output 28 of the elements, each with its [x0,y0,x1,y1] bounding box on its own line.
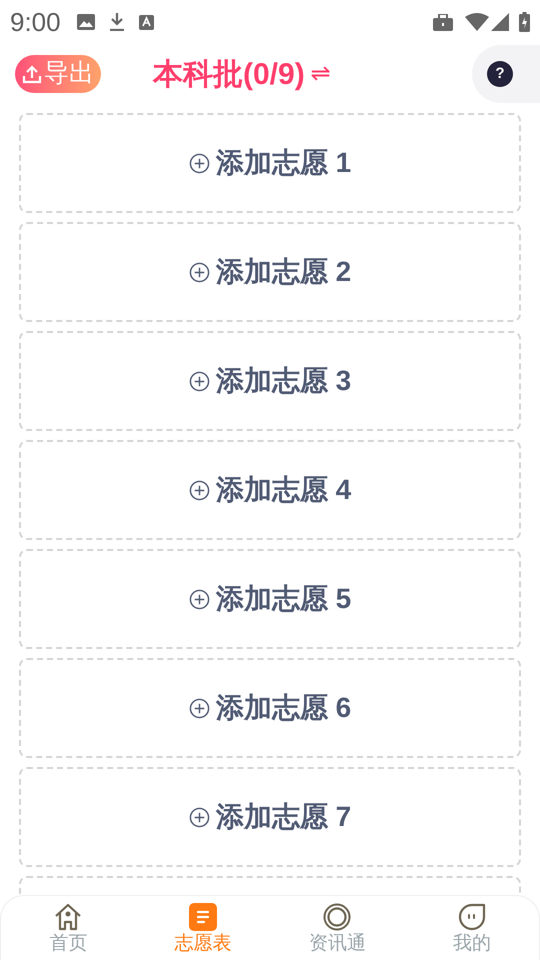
add-choice-card[interactable]: 添加志愿 6 [19,658,521,758]
add-circle-icon [188,370,210,392]
add-choice-card[interactable]: 添加志愿 7 [19,767,521,867]
add-choice-card[interactable]: 添加志愿 5 [19,549,521,649]
add-choice-card[interactable]: 添加志愿 4 [19,440,521,540]
add-circle-icon [188,480,210,500]
ring-icon [323,903,352,931]
briefcase-icon [433,14,453,30]
help-button[interactable]: ? [487,61,513,87]
list-icon [188,903,217,931]
house-icon [53,903,84,931]
text-icon [138,14,154,30]
face-bubble-icon [458,903,486,931]
add-choice-card[interactable]: 添加志愿 1 [19,113,521,213]
upload-icon [22,64,42,84]
add-choice-card[interactable]: 添加志愿 2 [19,222,521,322]
add-circle-icon [188,152,210,174]
signal-icon [491,13,509,31]
add-choice-card[interactable]: 添加志愿 3 [19,331,521,431]
image-icon [76,14,95,30]
download-icon [108,13,125,31]
add-circle-icon [188,698,210,718]
add-circle-icon [188,262,210,282]
add-circle-icon [188,806,210,828]
add-circle-icon [188,588,210,610]
wifi-icon [465,13,489,31]
status-time: 9:00 [10,6,61,38]
battery-icon [519,12,530,32]
